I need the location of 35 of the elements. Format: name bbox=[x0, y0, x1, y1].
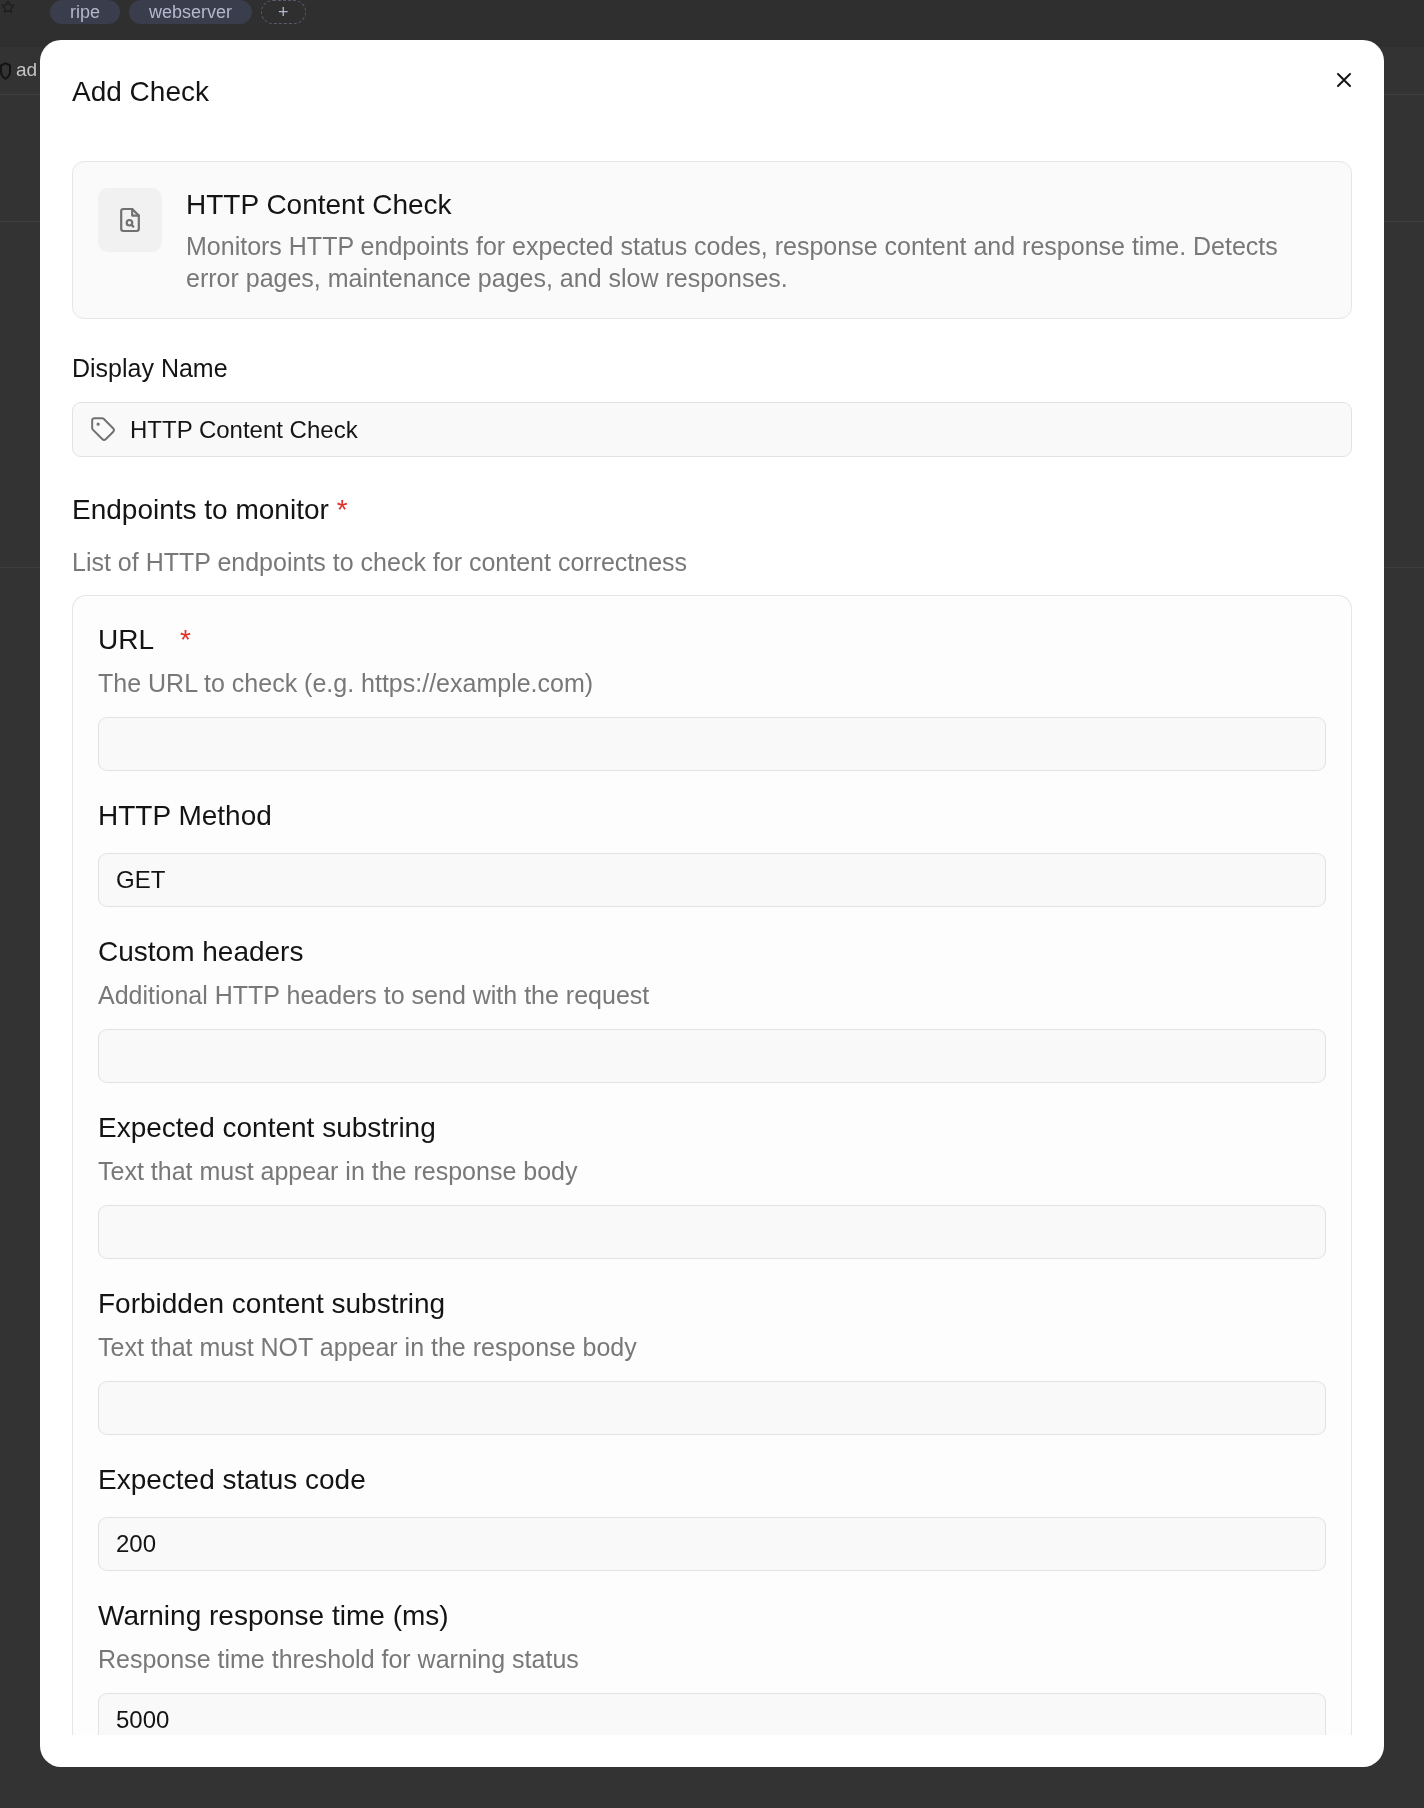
field-description: Text that must NOT appear in the response body bbox=[98, 1332, 638, 1362]
name-field[interactable]: HTTP Content Check bbox=[72, 402, 1352, 457]
file-search-icon bbox=[98, 188, 162, 252]
field-label: Warning response time (ms) bbox=[98, 1599, 449, 1633]
section-title: Endpoints to monitor bbox=[72, 493, 329, 527]
field-label: Custom headers bbox=[98, 935, 304, 969]
field-label: Expected content substring bbox=[98, 1111, 436, 1145]
field-description: Text that must appear in the response body bbox=[98, 1156, 579, 1186]
check-type-description: Monitors HTTP endpoints for expected status codes, response content and response time. Detects error pages, maintenance pages, and slow responses. bbox=[186, 231, 1279, 294]
shield-icon bbox=[0, 61, 11, 80]
field-description: Response time threshold for warning status bbox=[98, 1644, 580, 1674]
field-label: URL bbox=[98, 623, 154, 657]
text-field[interactable] bbox=[98, 1381, 1326, 1435]
text-field[interactable] bbox=[98, 1029, 1326, 1083]
text-field[interactable]: 5000 bbox=[98, 1693, 1326, 1735]
check-type-title: HTTP Content Check bbox=[186, 188, 453, 222]
text-field[interactable]: 200 bbox=[98, 1517, 1326, 1571]
text-field[interactable] bbox=[98, 717, 1326, 771]
field-description: Additional HTTP headers to send with the request bbox=[98, 980, 651, 1010]
close-icon[interactable] bbox=[1336, 72, 1352, 88]
dialog-title: Add Check bbox=[72, 75, 209, 109]
field-label: Expected status code bbox=[98, 1463, 366, 1497]
list-item-label[interactable]: ad bbox=[16, 56, 38, 85]
required-mark: * bbox=[336, 493, 348, 527]
field-description: The URL to check (e.g. https://example.com) bbox=[98, 668, 595, 698]
required-mark: * bbox=[180, 623, 191, 657]
field-label: HTTP Method bbox=[98, 799, 272, 833]
section-description: List of HTTP endpoints to check for content correctness bbox=[72, 547, 689, 577]
field-label: Display Name bbox=[72, 353, 229, 383]
tag-chip[interactable]: ripe bbox=[50, 0, 120, 24]
tag-icon bbox=[90, 416, 116, 442]
text-field[interactable] bbox=[98, 1205, 1326, 1259]
tag-chip[interactable]: webserver bbox=[129, 0, 253, 24]
field-label: Forbidden content substring bbox=[98, 1287, 446, 1321]
text-field[interactable]: GET bbox=[98, 853, 1326, 907]
